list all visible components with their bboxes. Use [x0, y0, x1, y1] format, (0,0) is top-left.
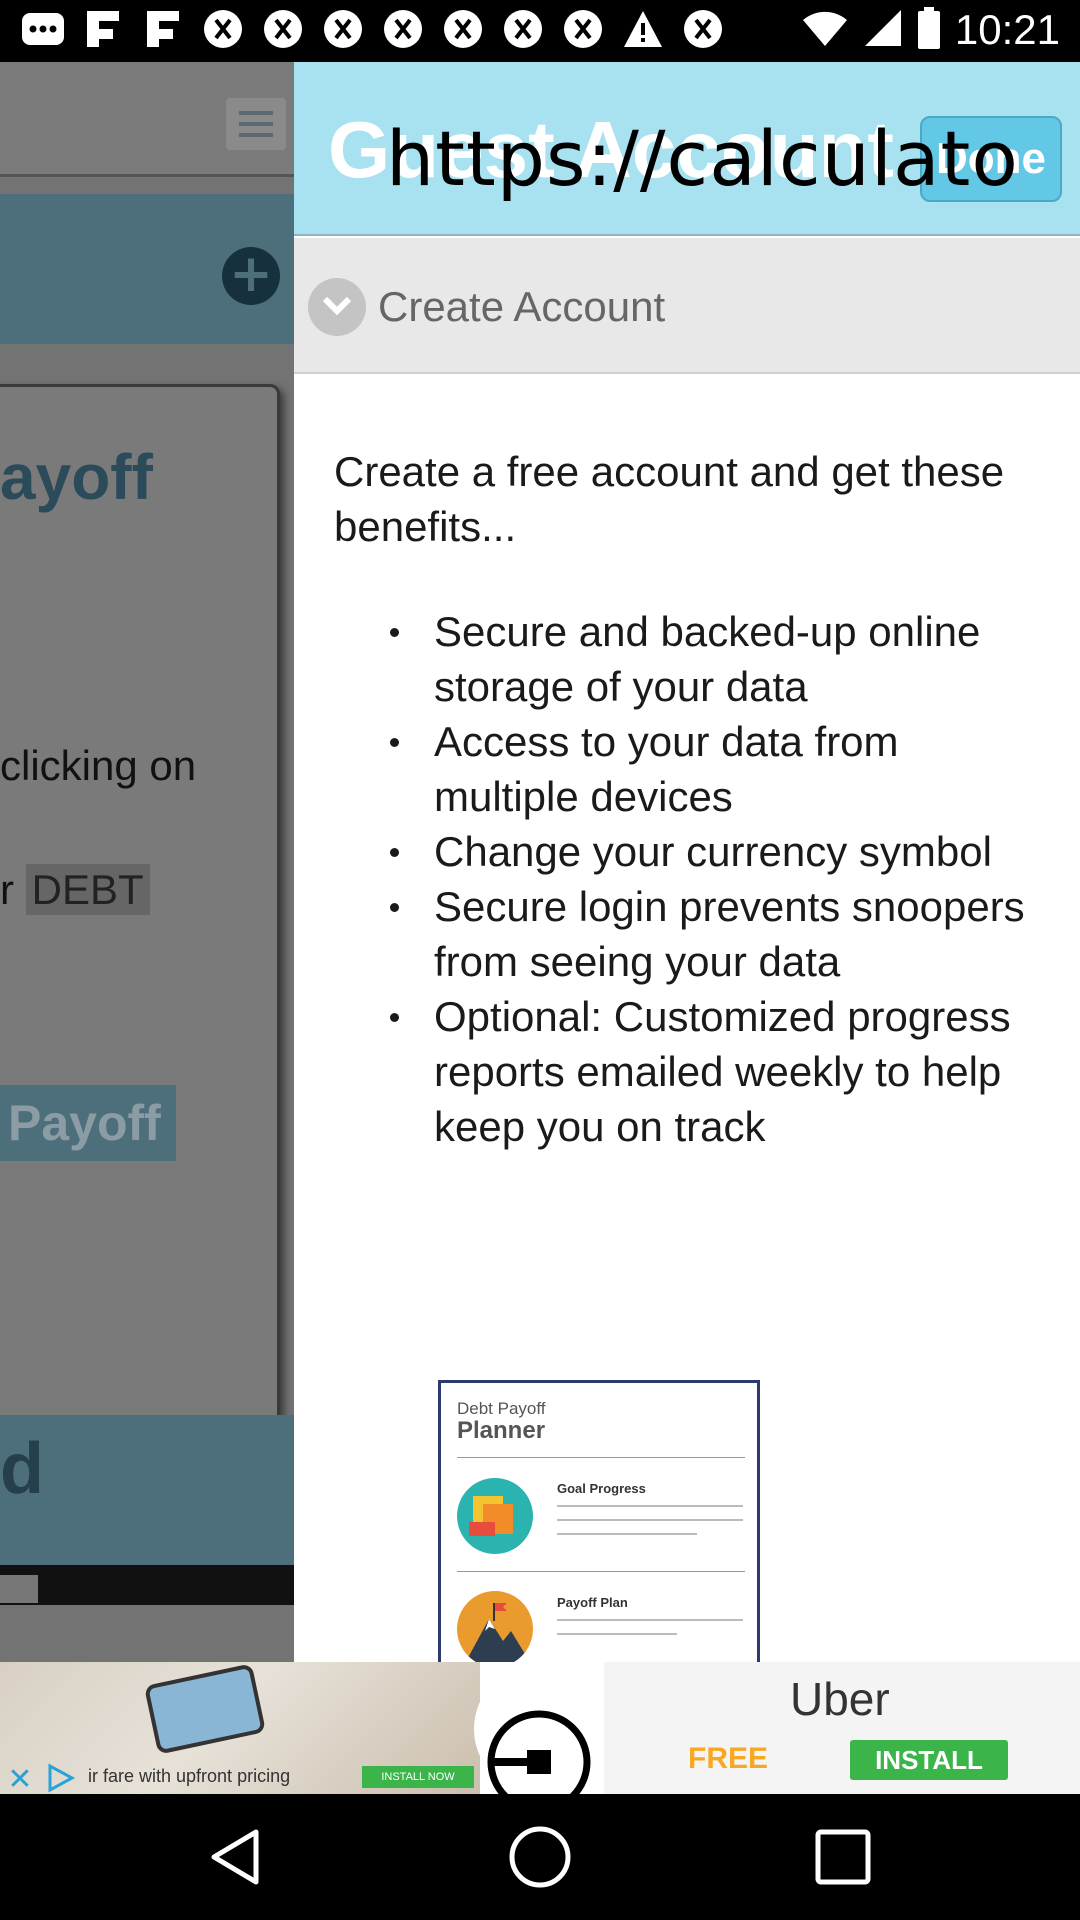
ad-install-button[interactable]: INSTALL: [850, 1740, 1008, 1780]
benefit-text: Secure login prevents snoopers from seei…: [434, 883, 1025, 985]
currency-icon: [440, 6, 486, 52]
background-footer: [0, 1565, 294, 1605]
hamburger-menu-icon[interactable]: [226, 98, 286, 150]
ad-install-now-button[interactable]: INSTALL NOW: [362, 1766, 474, 1788]
ad-brand: Uber: [790, 1673, 890, 1725]
currency-icon: [680, 6, 726, 52]
flipboard-icon: [80, 6, 126, 52]
preview-brand-line1: Debt Payoff: [457, 1399, 546, 1418]
background-tab: [0, 1575, 38, 1603]
background-text-fragment: clicking on: [0, 742, 197, 789]
warning-icon: [620, 6, 666, 52]
list-item: Secure and backed-up online storage of y…: [390, 604, 1050, 714]
status-bar: 10:21: [0, 0, 1080, 62]
background-text-fragment-2: r DEBT: [0, 864, 150, 915]
currency-icon: [500, 6, 546, 52]
back-icon[interactable]: [204, 1824, 270, 1890]
chevron-down-icon[interactable]: [308, 278, 366, 336]
create-account-label[interactable]: Create Account: [378, 278, 665, 336]
add-icon[interactable]: +: [222, 247, 280, 305]
list-item: Secure login prevents snoopers from seei…: [390, 879, 1050, 989]
currency-icon: [560, 6, 606, 52]
wifi-icon: [801, 8, 849, 52]
list-item: Change your currency symbol: [390, 824, 1050, 879]
preview-heading-1: Goal Progress: [557, 1481, 646, 1496]
payoff-plan-icon: [457, 1591, 533, 1662]
adchoices-icon[interactable]: [44, 1762, 80, 1794]
battery-icon: [917, 7, 941, 53]
debt-chip: DEBT: [25, 864, 150, 915]
currency-icon: [380, 6, 426, 52]
notification-icons: [20, 6, 726, 52]
currency-icon: [320, 6, 366, 52]
benefits-intro: Create a free account and get these bene…: [334, 448, 1005, 550]
preview-heading-2: Payoff Plan: [557, 1595, 628, 1610]
system-status: 10:21: [801, 6, 1060, 54]
message-dots-icon: [20, 6, 66, 52]
flipboard-icon: [140, 6, 186, 52]
list-item: Optional: Customized progress reports em…: [390, 989, 1050, 1154]
report-preview-image: Debt Payoff Planner Goal Progress Payoff…: [438, 1380, 760, 1662]
benefits-list: Secure and backed-up online storage of y…: [390, 604, 1050, 1154]
url-overlay-text: https://calculato: [386, 114, 1019, 203]
navigation-bar: [0, 1794, 1080, 1920]
benefit-text: Optional: Customized progress reports em…: [434, 993, 1011, 1150]
currency-icon: [260, 6, 306, 52]
goal-progress-icon: [457, 1478, 533, 1554]
home-icon[interactable]: [507, 1824, 573, 1890]
preview-brand-line2: Planner: [457, 1417, 546, 1444]
background-bottom-fragment: d: [0, 1429, 44, 1509]
close-icon[interactable]: ✕: [6, 1765, 34, 1795]
clock: 10:21: [954, 6, 1060, 53]
background-text-prefix: r: [0, 866, 26, 913]
background-bottom-bar: [0, 1415, 294, 1565]
background-card: [0, 384, 280, 1449]
recents-icon[interactable]: [810, 1824, 876, 1890]
benefit-text: Change your currency symbol: [434, 828, 992, 875]
currency-icon: [200, 6, 246, 52]
panel-header: Guest Account Done https://calculato: [294, 62, 1080, 236]
background-title-fragment: ayoff: [0, 441, 153, 513]
list-item: Access to your data from multiple device…: [390, 714, 1050, 824]
benefit-text: Access to your data from multiple device…: [434, 718, 899, 820]
guest-account-panel: Guest Account Done https://calculato Cre…: [294, 62, 1080, 1662]
ad-caption: ir fare with upfront pricing: [88, 1766, 291, 1786]
payoff-button[interactable]: Payoff: [0, 1085, 176, 1161]
signal-icon: [863, 8, 903, 52]
benefit-text: Secure and backed-up online storage of y…: [434, 608, 981, 710]
ad-free-label: FREE: [688, 1742, 769, 1775]
